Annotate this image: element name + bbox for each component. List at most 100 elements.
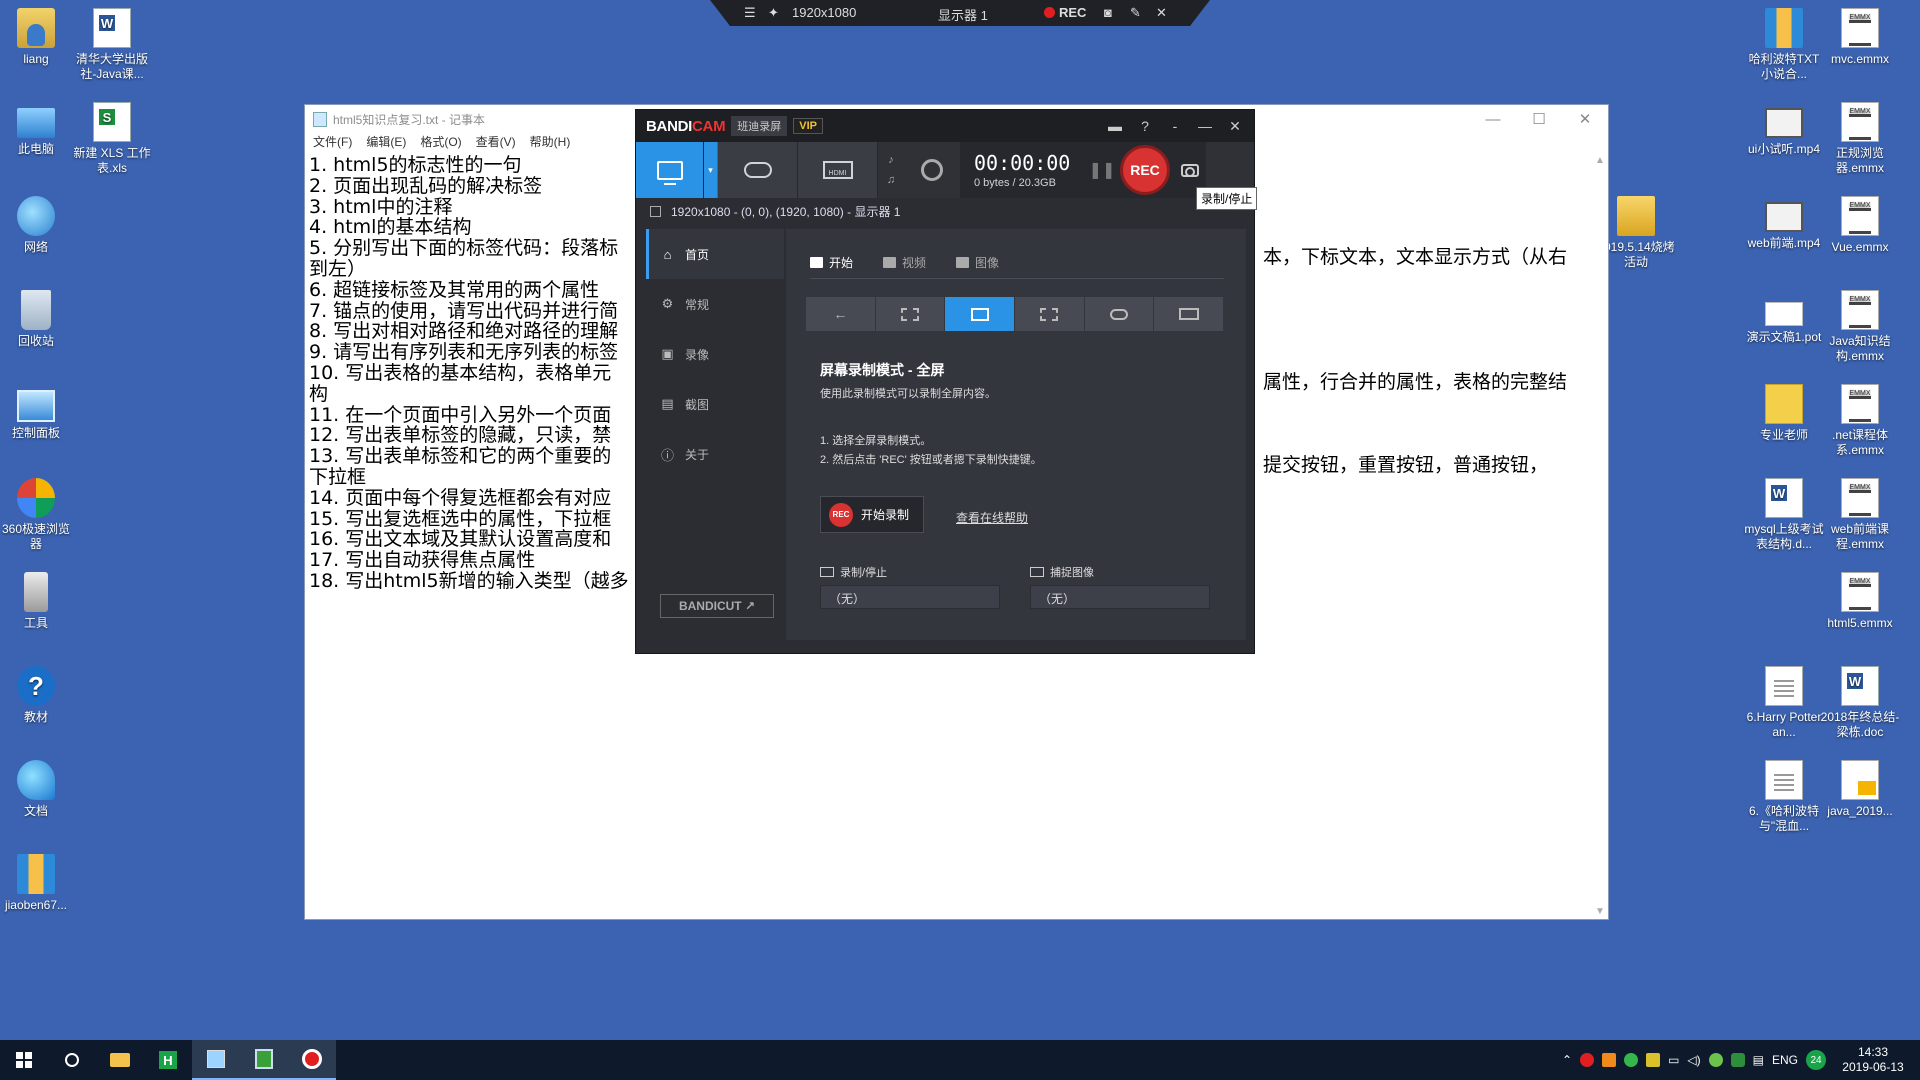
desktop-icon[interactable]: 文档 (0, 760, 76, 819)
display-selector[interactable]: 显示器 1 (938, 5, 988, 24)
speaker-icon[interactable]: ♪ (888, 154, 894, 166)
mode-dropdown-button[interactable]: ▾ (704, 142, 718, 198)
desktop-icon[interactable]: 工具 (0, 572, 76, 631)
minimize-tray-button[interactable]: - (1160, 118, 1190, 134)
scroll-down-icon[interactable]: ▼ (1595, 906, 1605, 917)
webcam-button[interactable] (904, 142, 960, 198)
menu-edit[interactable]: 编辑(E) (366, 133, 406, 151)
close-icon[interactable]: ✕ (1156, 5, 1167, 21)
desktop-icon[interactable]: 网络 (0, 196, 76, 255)
menu-file[interactable]: 文件(F) (313, 133, 352, 151)
desktop-icon[interactable]: 专业老师 (1744, 384, 1824, 443)
shield-icon[interactable] (1730, 1053, 1745, 1067)
sidebar-item-about[interactable]: ⓘ 关于 (646, 429, 784, 479)
tab-start[interactable]: 开始 (810, 251, 853, 273)
game-mode-button[interactable] (718, 142, 798, 198)
desktop-icon[interactable]: 哈利波特TXT小说合... (1744, 8, 1824, 82)
desktop-icon[interactable]: ? 教材 (0, 666, 76, 725)
desktop-icon[interactable]: 2018年终总结-梁栋.doc (1820, 666, 1900, 740)
cursor-mode-button[interactable] (1015, 297, 1085, 331)
desktop-icon[interactable]: 回收站 (0, 290, 76, 349)
close-button[interactable]: ✕ (1220, 118, 1250, 135)
taskbar-bandicam[interactable] (288, 1040, 336, 1080)
desktop-icon[interactable]: liang (0, 8, 76, 67)
menu-format[interactable]: 格式(O) (420, 133, 461, 151)
vip-badge[interactable]: VIP (793, 118, 823, 134)
sidebar-item-home[interactable]: ⌂ 首页 (646, 229, 784, 279)
pause-button[interactable]: ❚❚ (1088, 142, 1116, 198)
desktop-icon[interactable]: html5.emmx (1820, 572, 1900, 631)
tab-video[interactable]: 视频 (883, 251, 926, 273)
ime-indicator[interactable]: ENG (1772, 1053, 1798, 1067)
hotkey-capture-field[interactable]: （无） (1030, 585, 1210, 609)
hotkey-record-field[interactable]: （无） (820, 585, 1000, 609)
desktop-icon[interactable]: mvc.emmx (1820, 8, 1900, 67)
chevron-up-icon[interactable]: ⌃ (1562, 1053, 1572, 1067)
start-recording-button[interactable]: REC 开始录制 (820, 496, 924, 533)
device-mode-button[interactable]: HDMI (798, 142, 878, 198)
wechat-icon[interactable] (1624, 1053, 1639, 1067)
fullscreen-mode-button[interactable] (945, 297, 1016, 331)
sidebar-item-general[interactable]: ⚙ 常规 (646, 279, 784, 329)
rec-button[interactable]: REC (1120, 145, 1170, 195)
online-help-link[interactable]: 查看在线帮助 (956, 509, 1028, 526)
menu-help[interactable]: 帮助(H) (530, 133, 571, 151)
desktop-icon[interactable]: 清华大学出版社-Java课... (72, 8, 152, 82)
microphone-icon[interactable]: ♫ (887, 174, 895, 186)
menu-view[interactable]: 查看(V) (476, 133, 516, 151)
menu-icon[interactable]: ☰ (744, 5, 756, 21)
taskbar-hbuilder[interactable]: H (144, 1040, 192, 1080)
rec-indicator[interactable]: REC (1044, 5, 1086, 20)
app-tray-icon[interactable] (1602, 1053, 1617, 1067)
desktop-icon[interactable]: Java知识结构.emmx (1820, 290, 1900, 364)
desktop-icon[interactable]: .net课程体系.emmx (1820, 384, 1900, 458)
close-button[interactable]: ✕ (1562, 105, 1608, 133)
bandicam-window[interactable]: BANDICAM 班迪录屏 VIP ▬ ? - — ✕ ▾ HDMI ♪ ♫ 0… (635, 109, 1255, 654)
desktop-icon[interactable]: web前端课程.emmx (1820, 478, 1900, 552)
desktop-icon[interactable]: 此电脑 (0, 102, 76, 157)
vertical-scrollbar[interactable]: ▲ ▼ (1591, 155, 1608, 919)
desktop-icon[interactable]: ui小试听.mp4 (1744, 102, 1824, 157)
desktop-icon[interactable]: 360极速浏览器 (0, 478, 76, 552)
desktop-icon[interactable]: Vue.emmx (1820, 196, 1900, 255)
taskbar-file-explorer[interactable] (96, 1040, 144, 1080)
desktop-icon[interactable]: mysql上级考试表结构.d... (1744, 478, 1824, 552)
minimize-button[interactable]: — (1470, 105, 1516, 133)
pencil-icon[interactable]: ✎ (1130, 5, 1141, 21)
start-button[interactable] (0, 1040, 48, 1080)
taskbar-app[interactable] (240, 1040, 288, 1080)
security-icon[interactable] (1708, 1053, 1723, 1067)
scroll-up-icon[interactable]: ▲ (1595, 155, 1605, 166)
notification-icon[interactable]: ▤ (1753, 1053, 1764, 1067)
search-button[interactable] (48, 1040, 96, 1080)
help-icon[interactable]: ? (1130, 118, 1160, 134)
sidebar-item-video[interactable]: ▣ 录像 (646, 329, 784, 379)
bandicam-tray-icon[interactable] (1580, 1053, 1595, 1067)
badge-icon[interactable]: 24 (1806, 1050, 1826, 1070)
folder-icon[interactable]: ▬ (1100, 118, 1130, 134)
sidebar-item-screenshot[interactable]: ▤ 截图 (646, 379, 784, 429)
volume-icon[interactable]: ◁) (1687, 1053, 1700, 1067)
maximize-button[interactable]: ☐ (1516, 105, 1562, 133)
desktop-icon[interactable]: 新建 XLS 工作表.xls (72, 102, 152, 176)
desktop-icon[interactable]: web前端.mp4 (1744, 196, 1824, 251)
fullscreen-mode-button[interactable] (636, 142, 704, 198)
camera-icon[interactable]: ◙ (1104, 5, 1112, 20)
desktop-icon[interactable]: java_2019... (1820, 760, 1900, 819)
bandicam-titlebar[interactable]: BANDICAM 班迪录屏 VIP ▬ ? - — ✕ (636, 110, 1254, 142)
qq-icon[interactable] (1646, 1053, 1661, 1067)
bandicut-button[interactable]: BANDICUT ↗ (660, 594, 774, 618)
tab-image[interactable]: 图像 (956, 251, 999, 273)
rectangle-mode-button[interactable] (875, 297, 946, 331)
desktop-icon[interactable]: 6.Harry Potter an... (1744, 666, 1824, 740)
back-button[interactable]: ← (806, 297, 876, 331)
desktop-icon[interactable]: 6.《哈利波特与"混血... (1744, 760, 1824, 834)
desktop-icon[interactable]: 控制面板 (0, 384, 76, 441)
desktop-icon[interactable]: 正规浏览器.emmx (1820, 102, 1900, 176)
clock[interactable]: 14:33 2019-06-13 (1834, 1045, 1912, 1075)
taskbar-notepad[interactable] (192, 1040, 240, 1080)
desktop-icon[interactable]: 演示文稿1.pot (1744, 290, 1824, 345)
minimize-button[interactable]: — (1190, 118, 1220, 134)
device-mode-button[interactable] (1154, 297, 1225, 331)
pin-icon[interactable]: ✦ (768, 5, 779, 21)
